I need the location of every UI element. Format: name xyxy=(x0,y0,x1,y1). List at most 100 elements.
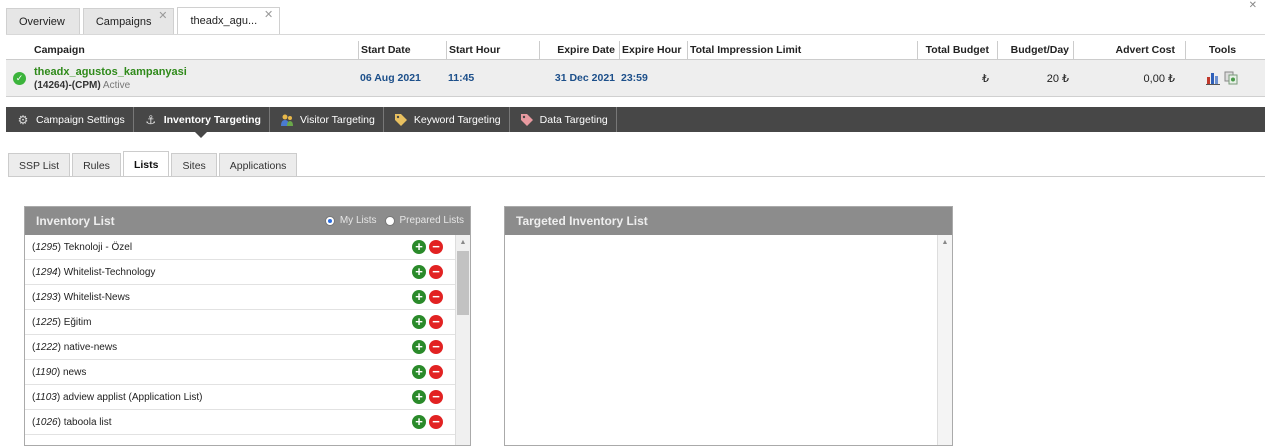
list-item-id: 1293 xyxy=(35,291,58,303)
window-close-icon[interactable]: ✕ xyxy=(1249,0,1257,11)
targeting-nav: ⚙ Campaign Settings ⚓ Inventory Targetin… xyxy=(6,107,1265,138)
expire-hour-value: 23:59 xyxy=(621,72,648,84)
list-item-name: news xyxy=(62,366,87,378)
tag-icon xyxy=(520,113,534,127)
impression-limit-value xyxy=(687,60,917,96)
add-icon[interactable]: + xyxy=(412,240,426,254)
scroll-up-arrow-icon[interactable]: ▲ xyxy=(456,235,470,249)
list-source-radio-group: My Lists Prepared Lists xyxy=(317,215,464,226)
tab-campaigns[interactable]: Campaigns ✕ xyxy=(82,8,175,34)
copy-icon[interactable] xyxy=(1224,71,1238,85)
list-item: (1190) news + − xyxy=(25,360,455,385)
list-item-name: Teknoloji - Özel xyxy=(63,241,133,253)
tab-overview[interactable]: Overview xyxy=(6,8,80,34)
tab-rules[interactable]: Rules xyxy=(72,153,121,177)
inventory-scrollbar[interactable]: ▲ xyxy=(455,235,470,445)
tab-campaign-detail[interactable]: theadx_agu... ✕ xyxy=(177,7,281,34)
nav-keyword-targeting[interactable]: Keyword Targeting xyxy=(384,107,510,132)
my-lists-label[interactable]: My Lists xyxy=(340,215,377,226)
campaign-cell: ✓ theadx_agustos_kampanyasi (14264)-(CPM… xyxy=(6,60,358,96)
list-item-name: Whitelist-News xyxy=(63,291,130,303)
table-header-row: Campaign Start Date Start Hour Expire Da… xyxy=(6,41,1265,60)
header-advert-cost[interactable]: Advert Cost xyxy=(1073,41,1185,59)
scroll-up-arrow-icon[interactable]: ▲ xyxy=(938,235,952,249)
nav-keyword-targeting-label: Keyword Targeting xyxy=(413,113,501,126)
list-item-id: 1294 xyxy=(35,266,58,278)
budget-day-value: 20 ₺ xyxy=(1046,72,1069,85)
users-icon xyxy=(280,113,294,127)
table-row: ✓ theadx_agustos_kampanyasi (14264)-(CPM… xyxy=(6,60,1265,97)
tools-cell xyxy=(1185,60,1259,96)
tab-applications[interactable]: Applications xyxy=(218,153,298,177)
targeted-scrollbar[interactable]: ▲ xyxy=(937,235,952,445)
header-start-date[interactable]: Start Date xyxy=(358,41,446,59)
header-expire-hour[interactable]: Expire Hour xyxy=(619,41,687,59)
list-item: (1225) Eğitim + − xyxy=(25,310,455,335)
campaign-table: Campaign Start Date Start Hour Expire Da… xyxy=(6,41,1265,97)
remove-icon[interactable]: − xyxy=(429,340,443,354)
header-expire-date[interactable]: Expire Date xyxy=(539,41,619,59)
start-date-value: 06 Aug 2021 xyxy=(360,72,421,84)
add-icon[interactable]: + xyxy=(412,390,426,404)
tab-overview-label: Overview xyxy=(19,15,65,28)
inventory-list-title: Inventory List xyxy=(36,214,115,228)
bar-chart-icon[interactable] xyxy=(1206,71,1220,85)
nav-campaign-settings[interactable]: ⚙ Campaign Settings xyxy=(6,107,134,132)
nav-visitor-targeting[interactable]: Visitor Targeting xyxy=(270,107,384,132)
remove-icon[interactable]: − xyxy=(429,265,443,279)
list-item-id: 1190 xyxy=(35,366,57,378)
remove-icon[interactable]: − xyxy=(429,315,443,329)
tab-campaigns-label: Campaigns xyxy=(95,15,152,28)
header-campaign[interactable]: Campaign xyxy=(6,41,358,59)
add-icon[interactable]: + xyxy=(412,340,426,354)
list-item: (1103) adview applist (Application List)… xyxy=(25,385,455,410)
add-icon[interactable]: + xyxy=(412,290,426,304)
list-item-name: taboola list xyxy=(63,416,112,428)
close-icon[interactable]: ✕ xyxy=(158,11,167,22)
add-icon[interactable]: + xyxy=(412,365,426,379)
header-total-impression-limit[interactable]: Total Impression Limit xyxy=(687,41,917,59)
list-item-name: adview applist (Application List) xyxy=(62,391,203,403)
list-item-id: 1225 xyxy=(35,316,58,328)
tab-ssp-list[interactable]: SSP List xyxy=(8,153,71,177)
nav-visitor-targeting-label: Visitor Targeting xyxy=(299,113,375,126)
targeted-inventory-header: Targeted Inventory List xyxy=(505,207,952,235)
remove-icon[interactable]: − xyxy=(429,290,443,304)
campaign-name-link[interactable]: theadx_agustos_kampanyasi xyxy=(34,66,187,78)
header-total-budget[interactable]: Total Budget xyxy=(917,41,997,59)
prepared-lists-label[interactable]: Prepared Lists xyxy=(400,215,464,226)
tab-lists[interactable]: Lists xyxy=(122,151,170,177)
add-icon[interactable]: + xyxy=(412,415,426,429)
header-start-hour[interactable]: Start Hour xyxy=(446,41,539,59)
targeted-inventory-list xyxy=(505,235,937,445)
list-item-name: Whitelist-Technology xyxy=(63,266,156,278)
list-item: (1293) Whitelist-News + − xyxy=(25,285,455,310)
advert-cost-value: 0,00 ₺ xyxy=(1143,72,1175,85)
remove-icon[interactable]: − xyxy=(429,365,443,379)
header-budget-day[interactable]: Budget/Day xyxy=(997,41,1073,59)
nav-campaign-settings-label: Campaign Settings xyxy=(36,113,125,126)
nav-data-targeting[interactable]: Data Targeting xyxy=(510,107,617,132)
sub-tab-divider xyxy=(8,176,1265,177)
campaign-meta: (14264)-(CPM) Active xyxy=(34,80,130,91)
list-item: (1026) taboola list + − xyxy=(25,410,455,435)
scroll-thumb[interactable] xyxy=(457,251,469,315)
remove-icon[interactable]: − xyxy=(429,240,443,254)
remove-icon[interactable]: − xyxy=(429,390,443,404)
list-item: (1294) Whitelist-Technology + − xyxy=(25,260,455,285)
remove-icon[interactable]: − xyxy=(429,415,443,429)
prepared-lists-radio[interactable] xyxy=(384,215,395,226)
targeted-inventory-panel: Targeted Inventory List ▲ xyxy=(504,206,953,446)
close-icon[interactable]: ✕ xyxy=(264,10,273,21)
active-status-icon: ✓ xyxy=(13,72,26,85)
header-tools: Tools xyxy=(1185,41,1259,59)
add-icon[interactable]: + xyxy=(412,315,426,329)
nav-inventory-targeting[interactable]: ⚓ Inventory Targeting xyxy=(134,107,270,138)
inventory-list-panel: Inventory List My Lists Prepared Lists (… xyxy=(24,206,471,446)
list-item-id: 1222 xyxy=(35,341,58,353)
start-hour-value: 11:45 xyxy=(448,72,475,84)
list-item-id: 1103 xyxy=(35,391,57,403)
tab-sites[interactable]: Sites xyxy=(171,153,217,177)
my-lists-radio[interactable] xyxy=(324,215,335,226)
add-icon[interactable]: + xyxy=(412,265,426,279)
